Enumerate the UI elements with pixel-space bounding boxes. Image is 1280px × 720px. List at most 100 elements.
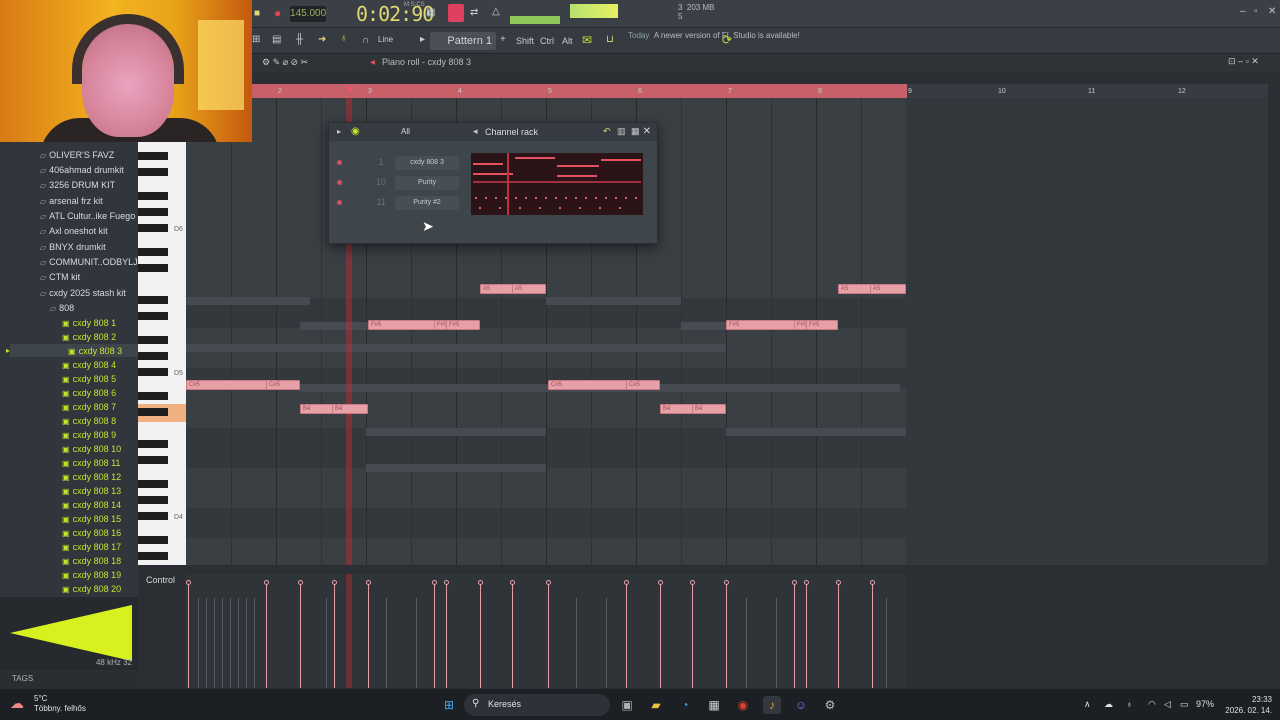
preview-play-icon[interactable]: ▸	[6, 346, 10, 355]
metronome-icon[interactable]: △	[492, 6, 500, 17]
playlist-icon[interactable]: ▤	[272, 34, 281, 45]
channel-name-button[interactable]: Purity	[395, 176, 459, 190]
speaker-icon[interactable]: ◂	[370, 57, 375, 68]
piano-keyboard[interactable]: D6 D5 D4	[138, 142, 186, 565]
record-icon[interactable]: ●	[274, 6, 281, 20]
channel-name-button[interactable]: cxdy 808 3	[395, 156, 459, 170]
browser-sample[interactable]: ▣ cxdy 808 12	[62, 472, 121, 482]
note-b4[interactable]: B4	[332, 404, 368, 414]
pattern-play-icon[interactable]: ▸	[420, 34, 425, 45]
task-view-icon[interactable]: ▣	[618, 696, 636, 714]
store-icon[interactable]: ▦	[705, 696, 723, 714]
note-csharp5[interactable]: C#5	[548, 380, 628, 390]
channel-filter[interactable]: All	[401, 127, 410, 136]
browser-sample[interactable]: ▣ cxdy 808 13	[62, 486, 121, 496]
browser-sample[interactable]: ▣ cxdy 808 16	[62, 528, 121, 538]
channel-row[interactable]: 10 Purity	[337, 175, 474, 191]
file-explorer-icon[interactable]: ▰	[647, 696, 665, 714]
browser-sample[interactable]: ▣ cxdy 808 9	[62, 430, 116, 440]
browser-sample[interactable]: ▣ cxdy 808 5	[62, 374, 116, 384]
browser-folder[interactable]: ▱ BNYX drumkit	[40, 242, 106, 252]
browser-sample[interactable]: ▣ cxdy 808 10	[62, 444, 121, 454]
minimize-button[interactable]: –	[1240, 6, 1246, 17]
note-fsharp5[interactable]: F#5	[368, 320, 436, 330]
weather-widget[interactable]: 5°C Többny. felhős	[34, 694, 86, 714]
browser-sample[interactable]: ▣ cxdy 808 20	[62, 584, 121, 594]
channel-led[interactable]	[337, 180, 342, 185]
channel-row[interactable]: 11 Purity #2	[337, 195, 474, 211]
channel-mixer-track[interactable]: 10	[373, 177, 389, 187]
undo-icon[interactable]: ↶	[603, 126, 611, 137]
note-fsharp5[interactable]: F#5	[806, 320, 838, 330]
browser-folder[interactable]: ▱ 3256 DRUM KIT	[40, 180, 115, 190]
microphone-icon[interactable]: ♁	[340, 33, 348, 44]
browser-sample[interactable]: ▣ cxdy 808 11	[62, 458, 120, 468]
arrow-icon[interactable]: ➜	[318, 34, 326, 45]
shift-key-button[interactable]: Shift	[516, 36, 534, 46]
chrome-icon[interactable]: ◉	[734, 696, 752, 714]
browser-folder[interactable]: ▱ CTM kit	[40, 272, 80, 282]
graph-icon[interactable]: ▥	[617, 126, 626, 137]
wifi-icon[interactable]: ◠	[1148, 699, 1156, 710]
velocity-lane[interactable]	[186, 574, 906, 688]
edge-icon[interactable]: ◔	[676, 696, 694, 714]
timeline-ruler[interactable]: 2 3 4 5 6 7 8 9 10 11 12 ▼	[252, 84, 1268, 98]
update-icon[interactable]: ⟳	[722, 33, 732, 47]
magnet-icon[interactable]: ∩	[362, 35, 369, 46]
step-edit-icon[interactable]	[448, 4, 464, 22]
browser-sample[interactable]: ▣ cxdy 808 2	[62, 332, 116, 342]
browser-sample[interactable]: ▣ cxdy 808 7	[62, 402, 116, 412]
tray-chevron-icon[interactable]: ∧	[1084, 699, 1091, 710]
tools-icon[interactable]: ⚙ ✎ ⌀ ⊘ ✂	[262, 57, 308, 68]
system-clock[interactable]: 23:33 2026. 02. 14.	[1225, 694, 1272, 716]
browser-sample[interactable]: ▣ cxdy 808 14	[62, 500, 121, 510]
browser-folder[interactable]: ▱ COMMUNIT..ODBYLJS	[40, 257, 144, 267]
note-csharp5[interactable]: C#5	[626, 380, 660, 390]
news-panel[interactable]: Today A newer version of FL Studio is av…	[628, 31, 800, 41]
pr-window-controls[interactable]: ⊡ – ▫ ✕	[1228, 56, 1259, 67]
note-fsharp5[interactable]: F#5	[726, 320, 796, 330]
rack-speaker-icon[interactable]: ◂	[473, 126, 478, 137]
browser-sample[interactable]: ▣ cxdy 808 17	[62, 542, 121, 552]
note-a5[interactable]: A5	[870, 284, 906, 294]
note-grid-empty-area[interactable]	[906, 98, 1268, 565]
browser-folder[interactable]: ▱ ATL Cultur..ike Fuego	[40, 211, 135, 221]
grid-icon[interactable]: ▦	[631, 126, 640, 137]
channel-rack-window[interactable]: ▸ ◉ All ◂ Channel rack ↶ ▥ ▦ ✕ 1 cxdy 80…	[328, 122, 658, 244]
channel-rack-header[interactable]: ▸ ◉ All ◂ Channel rack ↶ ▥ ▦ ✕	[329, 123, 657, 141]
mic-icon[interactable]: ♁	[1126, 699, 1133, 709]
rack-options-icon[interactable]: ◉	[351, 126, 360, 137]
channel-led[interactable]	[337, 200, 342, 205]
channel-pattern-preview[interactable]	[471, 153, 643, 215]
note-b4[interactable]: B4	[300, 404, 334, 414]
browser-sample[interactable]: ▣ cxdy 808 6	[62, 388, 116, 398]
close-button[interactable]: ✕	[1268, 6, 1276, 17]
note-csharp5[interactable]: C#5	[266, 380, 300, 390]
channel-mixer-track[interactable]: 11	[373, 197, 389, 207]
close-icon[interactable]: ✕	[643, 126, 651, 137]
tray-cloud-icon[interactable]: ☁	[1104, 699, 1113, 710]
playhead-marker-icon[interactable]: ▼	[346, 84, 355, 94]
add-pattern-icon[interactable]: +	[500, 34, 506, 45]
browser-sample[interactable]: ▣ cxdy 808 1	[62, 318, 116, 328]
battery-icon[interactable]: ▭	[1180, 699, 1189, 710]
wait-icon[interactable]: ⇄	[470, 7, 478, 18]
maximize-button[interactable]: ▫	[1254, 6, 1258, 17]
mixer-icon[interactable]: ╫	[296, 34, 303, 45]
browser-folder[interactable]: ▱ arsenal frz kit	[40, 196, 103, 206]
ctrl-key-button[interactable]: Ctrl	[540, 36, 554, 46]
fl-studio-icon[interactable]: ♪	[763, 696, 781, 714]
channel-led[interactable]	[337, 160, 342, 165]
weather-icon[interactable]: ☁	[10, 695, 24, 712]
note-a5[interactable]: A5	[512, 284, 546, 294]
channel-mixer-track[interactable]: 1	[373, 157, 389, 167]
note-fsharp5[interactable]: F#5	[446, 320, 480, 330]
settings-icon[interactable]: ⚙	[821, 696, 839, 714]
browser-sample[interactable]: ▣ cxdy 808 4	[62, 360, 116, 370]
browser-folder-open[interactable]: ▱ cxdy 2025 stash kit	[40, 288, 126, 298]
velocity-lane-empty[interactable]	[906, 574, 1268, 688]
alt-key-button[interactable]: Alt	[562, 36, 573, 46]
stop-icon[interactable]: ■	[254, 8, 260, 19]
browser-sample[interactable]: ▣ cxdy 808 18	[62, 556, 121, 566]
discord-icon[interactable]: ☺	[792, 696, 810, 714]
